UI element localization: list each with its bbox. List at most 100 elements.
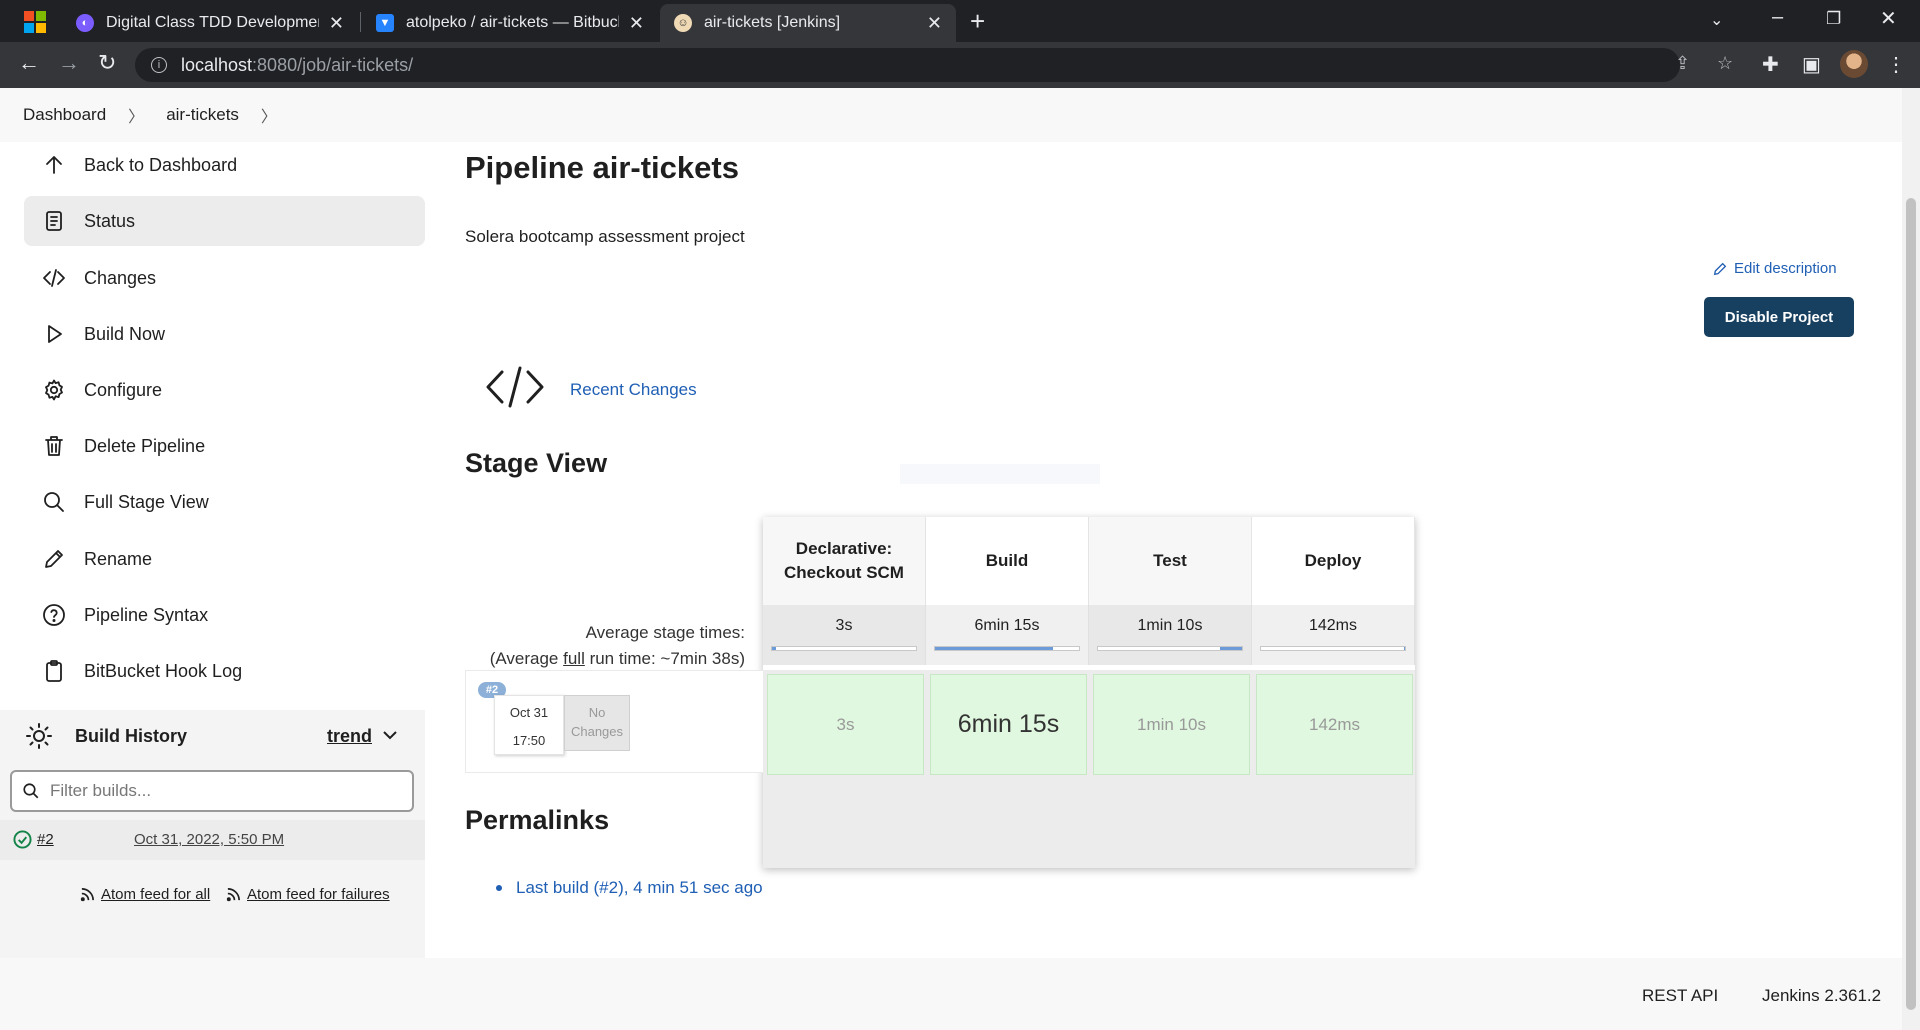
stage-average-cell: 3s bbox=[763, 605, 926, 665]
help-icon bbox=[43, 604, 65, 626]
stage-cell-build[interactable]: 6min 15s bbox=[930, 674, 1087, 775]
stage-average-cell: 6min 15s bbox=[926, 605, 1089, 665]
stage-header-row: Declarative: Checkout SCM Build Test Dep… bbox=[763, 517, 1415, 605]
page-scrollbar[interactable] bbox=[1902, 88, 1920, 1030]
bookmark-star-icon[interactable]: ☆ bbox=[1717, 53, 1733, 74]
reload-icon[interactable]: ↻ bbox=[98, 50, 116, 76]
atom-feed-failures-link[interactable]: Atom feed for failures bbox=[226, 886, 390, 903]
extensions-puzzle-icon[interactable]: ✚ bbox=[1762, 52, 1779, 77]
stage-average-bar-fill bbox=[1403, 647, 1405, 650]
stage-run-row: #2 Oct 31 17:50 No Changes bbox=[465, 670, 763, 773]
trash-icon bbox=[45, 436, 63, 456]
bitbucket-icon: ▼ bbox=[376, 14, 394, 32]
close-tab-icon[interactable]: ✕ bbox=[927, 13, 942, 34]
sidebar-item-pipeline-syntax[interactable]: Pipeline Syntax bbox=[24, 590, 425, 640]
code-icon bbox=[486, 366, 544, 408]
sidebar-item-delete-pipeline[interactable]: Delete Pipeline bbox=[24, 421, 425, 471]
page-title: Pipeline air-tickets bbox=[465, 150, 739, 185]
no-changes-box[interactable]: No Changes bbox=[564, 695, 630, 751]
sidebar-item-build-now[interactable]: Build Now bbox=[24, 309, 425, 359]
build-history-weather-icon bbox=[26, 723, 52, 749]
close-tab-icon[interactable]: ✕ bbox=[629, 13, 644, 34]
browser-menu-icon[interactable]: ⋮ bbox=[1886, 52, 1906, 77]
build-number-link[interactable]: #2 bbox=[37, 831, 54, 848]
tab-search-icon[interactable]: ⌄ bbox=[1710, 10, 1723, 30]
stage-average-bar bbox=[1097, 646, 1243, 651]
stage-cell-deploy[interactable]: 142ms bbox=[1256, 674, 1413, 775]
build-history-row[interactable]: #2 Oct 31, 2022, 5:50 PM bbox=[0, 820, 425, 860]
pencil-icon bbox=[45, 550, 63, 568]
search-icon bbox=[44, 492, 64, 512]
stage-average-bar-fill bbox=[1220, 647, 1242, 650]
stage-average-cell: 142ms bbox=[1252, 605, 1415, 665]
average-run-time: (Average full run time: ~7min 38s) bbox=[489, 649, 745, 668]
full-run-link[interactable]: full bbox=[563, 649, 585, 668]
jenkins-page: Dashboard 〉 air-tickets 〉 Back to Dashbo… bbox=[0, 88, 1902, 1030]
jenkins-icon: ☺ bbox=[674, 14, 692, 32]
stage-cell-checkout[interactable]: 3s bbox=[767, 674, 924, 775]
permalink-item[interactable]: Last build (#2), 4 min 51 sec ago bbox=[496, 878, 763, 898]
sidebar-item-status[interactable]: Status bbox=[24, 196, 425, 246]
chevron-right-icon[interactable]: 〉 bbox=[261, 103, 277, 127]
chevron-down-icon[interactable] bbox=[381, 726, 399, 744]
arrow-up-icon bbox=[46, 156, 62, 174]
sidebar-item-full-stage-view[interactable]: Full Stage View bbox=[24, 477, 425, 527]
document-icon bbox=[46, 211, 62, 231]
filter-builds-input[interactable] bbox=[50, 781, 390, 801]
browser-tab[interactable]: ◐ Digital Class TDD Development A ✕ bbox=[62, 4, 358, 42]
stage-average-cell: 1min 10s bbox=[1089, 605, 1252, 665]
sidebar-item-rename[interactable]: Rename bbox=[24, 534, 425, 584]
chevron-right-icon: 〉 bbox=[128, 109, 145, 126]
trend-link[interactable]: trend bbox=[327, 726, 372, 747]
bullet bbox=[496, 885, 502, 891]
recent-changes-link[interactable]: Recent Changes bbox=[570, 380, 697, 400]
scrollbar-thumb[interactable] bbox=[1906, 198, 1916, 1010]
sidebar-item-bitbucket-hook-log[interactable]: BitBucket Hook Log bbox=[24, 646, 425, 696]
stage-average-bar bbox=[771, 646, 917, 651]
share-icon[interactable]: ⇪ bbox=[1675, 53, 1690, 74]
browser-tab-active[interactable]: ☺ air-tickets [Jenkins] ✕ bbox=[660, 4, 956, 42]
side-panel-icon[interactable]: ▣ bbox=[1802, 52, 1821, 77]
browser-tab[interactable]: ▼ atolpeko / air-tickets — Bitbucke ✕ bbox=[362, 4, 658, 42]
breadcrumb: Dashboard 〉 air-tickets 〉 bbox=[0, 88, 1902, 142]
back-arrow-icon[interactable]: ← bbox=[18, 50, 40, 76]
stage-average-row: 3s 6min 15s 1min 10s 142ms bbox=[763, 605, 1415, 665]
breadcrumb-job[interactable]: air-tickets bbox=[166, 105, 239, 125]
disable-project-button[interactable]: Disable Project bbox=[1704, 297, 1854, 337]
stage-average-bar-fill bbox=[935, 647, 1054, 650]
stage-result-row: 3s 6min 15s 1min 10s 142ms bbox=[763, 670, 1415, 868]
breadcrumb-dashboard[interactable]: Dashboard bbox=[23, 105, 106, 125]
new-tab-button[interactable]: + bbox=[970, 6, 985, 37]
minimize-icon[interactable]: – bbox=[1772, 6, 1783, 29]
average-times-label: Average stage times: (Average full run t… bbox=[465, 620, 745, 672]
atom-feed-all-link[interactable]: Atom feed for all bbox=[80, 886, 210, 903]
stage-cell-test[interactable]: 1min 10s bbox=[1093, 674, 1250, 775]
profile-avatar[interactable] bbox=[1840, 50, 1868, 78]
edit-description-link[interactable]: Edit description bbox=[1712, 260, 1837, 277]
sidebar-item-configure[interactable]: Configure bbox=[24, 365, 425, 415]
stage-header-build: Build bbox=[926, 517, 1089, 605]
site-info-icon[interactable]: i bbox=[151, 57, 167, 73]
build-date-link[interactable]: Oct 31, 2022, 5:50 PM bbox=[134, 831, 284, 848]
windows-logo-icon[interactable] bbox=[24, 11, 46, 33]
restore-icon[interactable]: ❐ bbox=[1826, 9, 1841, 29]
gear-icon bbox=[45, 379, 63, 401]
build-history-header: Build History trend bbox=[0, 710, 425, 762]
close-tab-icon[interactable]: ✕ bbox=[329, 13, 344, 34]
stage-header-deploy: Deploy bbox=[1252, 517, 1415, 605]
sidebar-item-changes[interactable]: Changes bbox=[24, 253, 425, 303]
tab-separator bbox=[360, 12, 361, 32]
jenkins-version-link[interactable]: Jenkins 2.361.2 bbox=[1762, 986, 1881, 1006]
code-icon bbox=[43, 269, 65, 287]
rss-icon bbox=[226, 888, 240, 902]
url-field[interactable]: i localhost:8080/job/air-tickets/ ⇪ ☆ bbox=[135, 48, 1733, 82]
filter-builds-field[interactable] bbox=[10, 770, 414, 812]
rest-api-link[interactable]: REST API bbox=[1642, 986, 1718, 1006]
stage-header-test: Test bbox=[1089, 517, 1252, 605]
run-date-card[interactable]: Oct 31 17:50 bbox=[494, 695, 564, 755]
browser-tab-bar: ◐ Digital Class TDD Development A ✕ ▼ at… bbox=[0, 0, 1920, 42]
sidebar-item-back-to-dashboard[interactable]: Back to Dashboard bbox=[24, 140, 425, 190]
forward-arrow-icon[interactable]: → bbox=[58, 50, 80, 76]
clipboard-icon bbox=[46, 660, 62, 682]
window-close-icon[interactable]: ✕ bbox=[1880, 6, 1897, 31]
